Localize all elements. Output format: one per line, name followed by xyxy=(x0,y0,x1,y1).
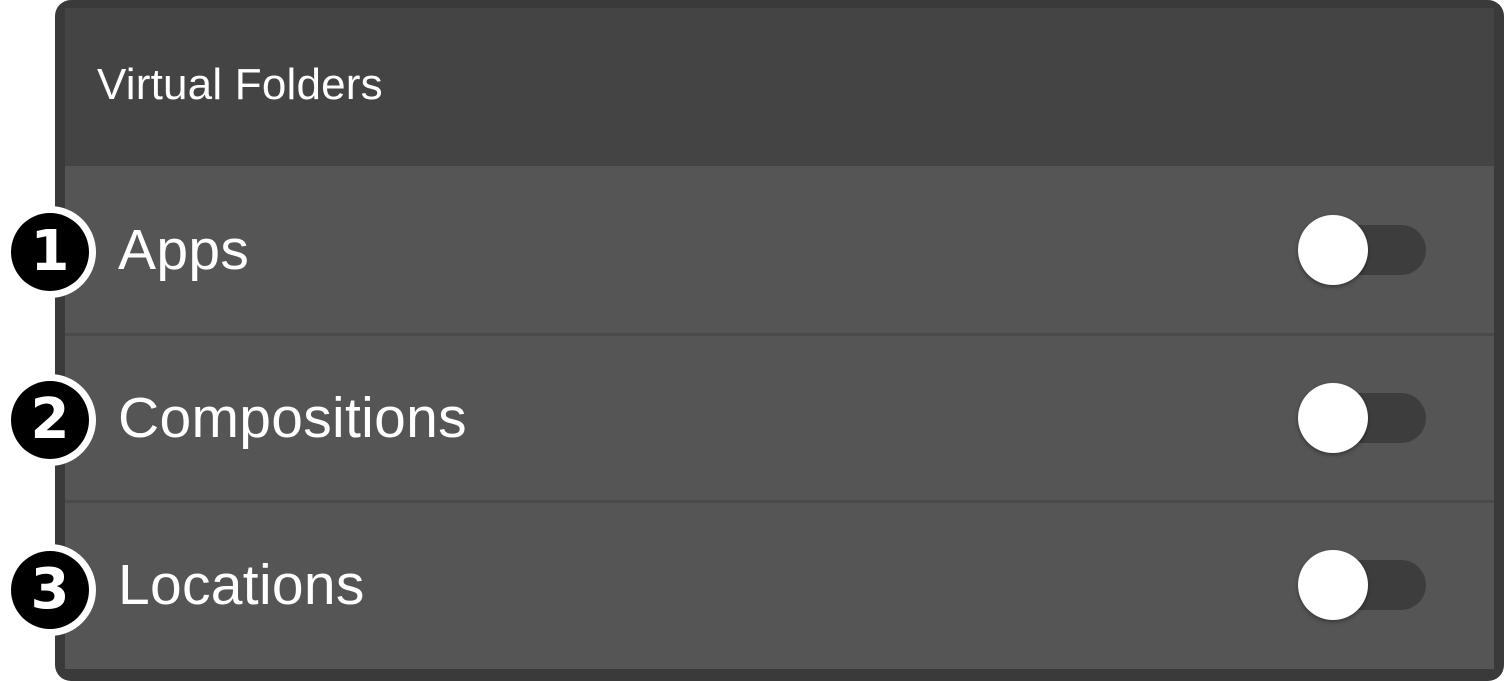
panel-header: Virtual Folders xyxy=(65,8,1494,166)
toggle-knob xyxy=(1298,383,1368,453)
toggle-compositions[interactable] xyxy=(1298,383,1426,453)
callout-number: 2 xyxy=(11,381,89,459)
panel-body: Virtual Folders Apps Compositions Locati… xyxy=(65,8,1494,669)
callout-badge-3: 3 xyxy=(4,544,96,636)
setting-row-apps: Apps xyxy=(65,166,1494,333)
toggle-locations[interactable] xyxy=(1298,550,1426,620)
callout-badge-1: 1 xyxy=(4,206,96,298)
setting-label-locations: Locations xyxy=(118,553,365,617)
callout-badge-2: 2 xyxy=(4,374,96,466)
setting-label-compositions: Compositions xyxy=(118,386,467,450)
callout-number: 1 xyxy=(11,213,89,291)
callout-number: 3 xyxy=(11,551,89,629)
toggle-knob xyxy=(1298,550,1368,620)
toggle-knob xyxy=(1298,214,1368,285)
setting-row-locations: Locations xyxy=(65,500,1494,667)
panel-title: Virtual Folders xyxy=(97,60,383,109)
setting-label-apps: Apps xyxy=(118,217,250,282)
setting-row-compositions: Compositions xyxy=(65,333,1494,500)
toggle-apps[interactable] xyxy=(1298,214,1426,285)
virtual-folders-panel: Virtual Folders Apps Compositions Locati… xyxy=(55,0,1504,681)
